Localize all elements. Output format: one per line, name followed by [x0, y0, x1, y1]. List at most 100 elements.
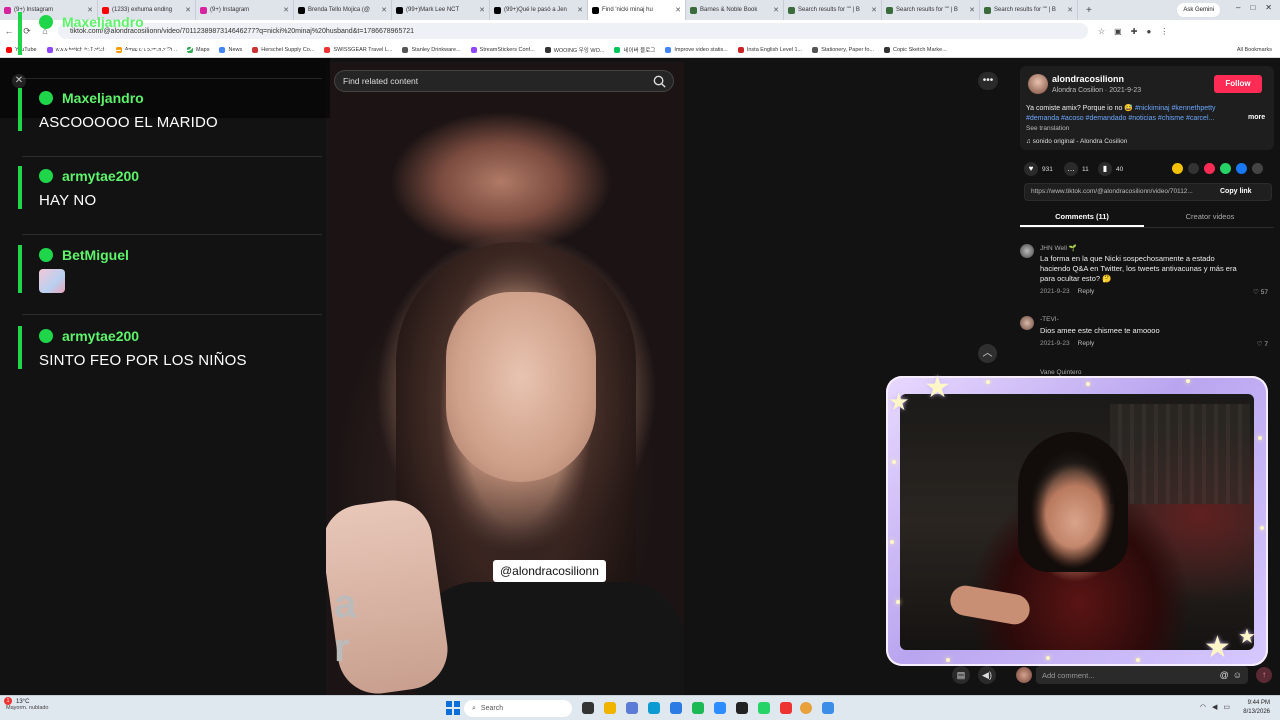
browser-tab[interactable]: Search results for "" | B ✕: [784, 0, 882, 20]
tab-close-icon[interactable]: ✕: [871, 6, 877, 14]
windows-start-icon[interactable]: [446, 701, 460, 715]
tab-close-icon[interactable]: ✕: [577, 6, 583, 14]
back-icon[interactable]: ←: [0, 26, 18, 36]
copy-link-button[interactable]: Copy link: [1220, 188, 1252, 195]
taskbar-search[interactable]: ⌕ Search: [464, 700, 572, 717]
tab-close-icon[interactable]: ✕: [479, 6, 485, 14]
author-name[interactable]: alondracosilionn: [1052, 74, 1124, 84]
browser-tab[interactable]: Barnes & Noble Book ✕: [686, 0, 784, 20]
comment-input[interactable]: [1042, 670, 1202, 680]
tab-close-icon[interactable]: ✕: [675, 6, 681, 14]
share-icon[interactable]: [1172, 163, 1183, 174]
emoji-icon[interactable]: ☺: [1233, 670, 1242, 680]
browser-tab[interactable]: (99+)Mark Lee NCT ✕: [392, 0, 490, 20]
maximize-icon[interactable]: □: [1250, 3, 1255, 12]
share-arrow-icon[interactable]: [1252, 163, 1263, 174]
minimize-icon[interactable]: –: [1236, 3, 1240, 12]
bookmark-item[interactable]: Insta English Level 1...: [737, 46, 802, 53]
app-icon[interactable]: [670, 702, 682, 714]
system-tray[interactable]: ◠ ◀ ▭: [1200, 703, 1230, 711]
comment-stat[interactable]: … 11: [1064, 162, 1089, 176]
profile-icon[interactable]: ●: [1146, 27, 1151, 36]
bookmark-item[interactable]: WOOING 우잉 WO...: [544, 46, 604, 54]
puzzle-icon[interactable]: ✚: [1131, 27, 1138, 36]
search-icon[interactable]: [652, 74, 667, 89]
bookmark-item[interactable]: Stationery, Paper fo...: [812, 46, 874, 53]
bookmark-item[interactable]: StreamStickers Conf...: [470, 46, 535, 53]
task-view-icon[interactable]: [582, 702, 594, 714]
zoom-icon[interactable]: [714, 702, 726, 714]
browser-tab[interactable]: Search results for "" | B ✕: [882, 0, 980, 20]
clock[interactable]: 9:44 PM 8/13/2026: [1243, 699, 1270, 717]
tab-creator-videos[interactable]: Creator videos: [1148, 208, 1272, 227]
comment-username[interactable]: Vane Quintero: [1040, 369, 1081, 376]
close-icon[interactable]: ✕: [1265, 3, 1272, 12]
new-tab-button[interactable]: +: [1086, 5, 1092, 16]
file-explorer-icon[interactable]: [604, 702, 616, 714]
like-stat[interactable]: ♥ 931: [1024, 162, 1053, 176]
post-comment-button[interactable]: ↑: [1256, 667, 1272, 683]
close-icon[interactable]: ✕: [12, 74, 26, 88]
menu-kebab-icon[interactable]: ⋮: [1160, 27, 1168, 36]
chrome-icon[interactable]: [800, 702, 812, 714]
ask-gemini-button[interactable]: Ask Gemini: [1177, 3, 1220, 17]
app-icon[interactable]: [822, 702, 834, 714]
sound-link[interactable]: ♫ sonido original - Alondra Cosilion: [1026, 138, 1127, 145]
bookmark-star-icon[interactable]: ☆: [1098, 27, 1105, 36]
extension-icon[interactable]: ▣: [1114, 27, 1122, 36]
captions-icon[interactable]: ▤: [952, 666, 970, 684]
previous-video-button[interactable]: ︿: [978, 344, 997, 363]
volume-icon[interactable]: ◀: [1212, 703, 1217, 711]
avatar[interactable]: [1020, 316, 1034, 330]
search-input[interactable]: [343, 76, 643, 86]
browser-tab[interactable]: Search results for "" | B ✕: [980, 0, 1078, 20]
tab-close-icon[interactable]: ✕: [773, 6, 779, 14]
bookmark-item[interactable]: Copic Sketch Marke...: [883, 46, 947, 53]
app-icon[interactable]: [780, 702, 792, 714]
spotify-icon[interactable]: [692, 702, 704, 714]
bookmark-item[interactable]: Stanley Drinkware...: [402, 46, 461, 53]
avatar[interactable]: [1020, 244, 1034, 258]
edge-icon[interactable]: [648, 702, 660, 714]
whatsapp-icon[interactable]: [758, 702, 770, 714]
follow-button[interactable]: Follow: [1214, 75, 1262, 93]
battery-icon[interactable]: ▭: [1223, 703, 1230, 711]
comment-username[interactable]: -TEVI-: [1040, 316, 1059, 323]
tab-close-icon[interactable]: ✕: [1067, 6, 1073, 14]
bookmark-icon[interactable]: ▮: [1098, 162, 1112, 176]
search-bar[interactable]: [334, 70, 674, 92]
see-translation-link[interactable]: See translation: [1026, 125, 1069, 132]
caption-more-link[interactable]: more: [1248, 114, 1265, 121]
browser-tab[interactable]: (99+)Qué le pasó a Jen ✕: [490, 0, 588, 20]
comment-input-box[interactable]: @ ☺: [1036, 666, 1248, 684]
reply-button[interactable]: Reply: [1078, 288, 1095, 295]
wifi-icon[interactable]: ◠: [1200, 703, 1206, 711]
avatar[interactable]: [1028, 74, 1048, 94]
comment-username[interactable]: JHN Well 🌱: [1040, 244, 1077, 252]
send-icon[interactable]: [1204, 163, 1215, 174]
comment-like[interactable]: ♡ 57: [1253, 288, 1268, 296]
tab-comments[interactable]: Comments (11): [1020, 208, 1144, 227]
tab-close-icon[interactable]: ✕: [381, 6, 387, 14]
video-player[interactable]: a r @alondracosilionn: [326, 62, 684, 695]
save-stat[interactable]: ▮ 40: [1098, 162, 1123, 176]
bookmark-item[interactable]: SWISSGEAR Travel L...: [324, 46, 392, 53]
app-icon[interactable]: [626, 702, 638, 714]
embed-icon[interactable]: [1188, 163, 1199, 174]
comment-icon[interactable]: …: [1064, 162, 1078, 176]
comment-like[interactable]: ♡ 7: [1257, 340, 1268, 348]
bookmark-item[interactable]: 네이버 블로그: [614, 46, 655, 54]
all-bookmarks[interactable]: All Bookmarks: [1237, 47, 1272, 53]
more-options-icon[interactable]: •••: [978, 72, 998, 90]
mention-icon[interactable]: @: [1220, 670, 1229, 680]
weather-widget[interactable]: 1 13°C Mayorm. nublado: [4, 697, 49, 711]
app-icon[interactable]: [736, 702, 748, 714]
whatsapp-icon[interactable]: [1220, 163, 1231, 174]
heart-icon[interactable]: ♥: [1024, 162, 1038, 176]
reply-button[interactable]: Reply: [1078, 340, 1095, 347]
facebook-icon[interactable]: [1236, 163, 1247, 174]
tab-close-icon[interactable]: ✕: [969, 6, 975, 14]
browser-tab[interactable]: Find 'nicki minaj hu ✕: [588, 0, 686, 20]
volume-icon[interactable]: ◀): [978, 666, 996, 684]
bookmark-item[interactable]: Improve video statis...: [665, 46, 728, 53]
